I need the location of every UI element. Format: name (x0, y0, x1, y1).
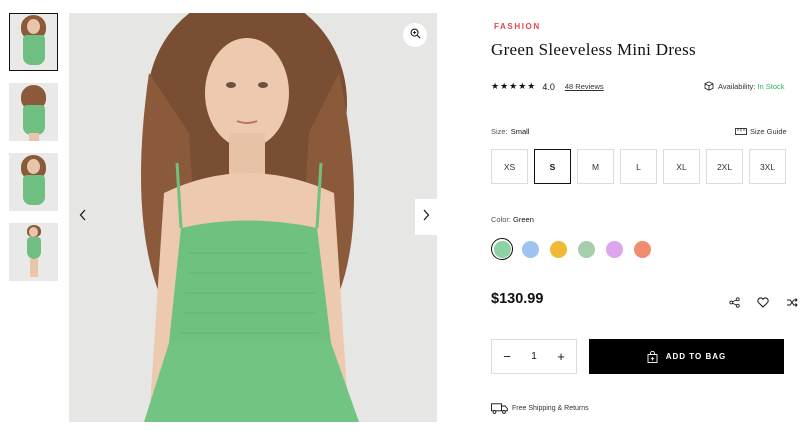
swatch-dot (549, 240, 567, 258)
color-label-text: Color: (491, 215, 512, 224)
shuffle-icon (786, 297, 798, 308)
box-icon (704, 81, 714, 91)
ruler-icon (735, 128, 747, 135)
size-option-s[interactable]: S (534, 149, 571, 184)
size-guide-link[interactable]: Size Guide (735, 127, 787, 136)
add-to-bag-button[interactable]: ADD TO BAG (589, 339, 784, 374)
size-label-text: Size: (491, 127, 508, 136)
share-icon (728, 296, 740, 308)
color-swatch-sage[interactable] (575, 238, 597, 260)
swatch-dot (605, 240, 623, 258)
size-label: Size: Small (491, 127, 529, 136)
color-swatch-lilac[interactable] (603, 238, 625, 260)
previous-image-button[interactable] (73, 207, 93, 227)
color-swatch-blue[interactable] (519, 238, 541, 260)
product-title: Green Sleeveless Mini Dress (491, 40, 696, 59)
size-options: XS S M L XL 2XL 3XL (491, 149, 792, 184)
thumbnail-4[interactable] (9, 223, 58, 281)
size-option-m[interactable]: M (577, 149, 614, 184)
brand-label[interactable]: FASHION (494, 22, 541, 31)
truck-icon (491, 403, 512, 414)
availability: Availability: In Stock (704, 81, 785, 91)
color-swatch-green[interactable] (491, 238, 513, 260)
product-price: $130.99 (491, 291, 544, 307)
next-image-button[interactable] (415, 199, 437, 235)
selected-size: Small (510, 127, 530, 136)
wishlist-button[interactable] (755, 294, 771, 310)
thumbnail-1[interactable] (9, 13, 58, 71)
share-button[interactable] (726, 294, 742, 310)
swatch-dot (493, 240, 511, 258)
chevron-left-icon (79, 208, 87, 226)
heart-icon (757, 296, 769, 308)
bag-icon (647, 350, 666, 363)
chevron-right-icon (422, 208, 430, 226)
quantity-value[interactable]: 1 (531, 351, 537, 362)
color-swatch-coral[interactable] (631, 238, 653, 260)
size-option-xs[interactable]: XS (491, 149, 528, 184)
compare-button[interactable] (784, 294, 800, 310)
zoom-in-icon (410, 26, 421, 44)
size-option-xl[interactable]: XL (663, 149, 700, 184)
main-product-image (69, 13, 437, 422)
color-swatch-yellow[interactable] (547, 238, 569, 260)
model-illustration (141, 13, 359, 422)
product-actions (713, 294, 800, 310)
thumbnail-list (9, 13, 58, 293)
rating-value: 4.0 (542, 81, 555, 92)
color-label: Color: Green (491, 215, 534, 224)
quantity-decrease-button[interactable]: − (501, 349, 513, 364)
availability-label: Availability: (718, 81, 756, 91)
size-guide-label: Size Guide (750, 127, 787, 136)
shipping-info: Free Shipping & Returns (491, 403, 589, 414)
color-swatches (491, 238, 659, 260)
rating-row: ★★★★★ 4.0 48 Reviews (491, 81, 604, 92)
thumbnail-2[interactable] (9, 83, 58, 141)
swatch-dot (633, 240, 651, 258)
size-option-3xl[interactable]: 3XL (749, 149, 786, 184)
add-to-bag-label: ADD TO BAG (665, 352, 727, 361)
swatch-dot (521, 240, 539, 258)
size-option-2xl[interactable]: 2XL (706, 149, 743, 184)
zoom-button[interactable] (403, 23, 427, 47)
swatch-dot (577, 240, 595, 258)
quantity-stepper: − 1 + (491, 339, 577, 374)
quantity-increase-button[interactable]: + (555, 349, 567, 364)
thumbnail-3[interactable] (9, 153, 58, 211)
size-option-l[interactable]: L (620, 149, 657, 184)
stock-status: In Stock (757, 81, 785, 91)
selected-color: Green (513, 215, 534, 224)
reviews-link[interactable]: 48 Reviews (565, 82, 604, 91)
star-rating: ★★★★★ (491, 81, 537, 91)
shipping-label: Free Shipping & Returns (512, 405, 589, 412)
